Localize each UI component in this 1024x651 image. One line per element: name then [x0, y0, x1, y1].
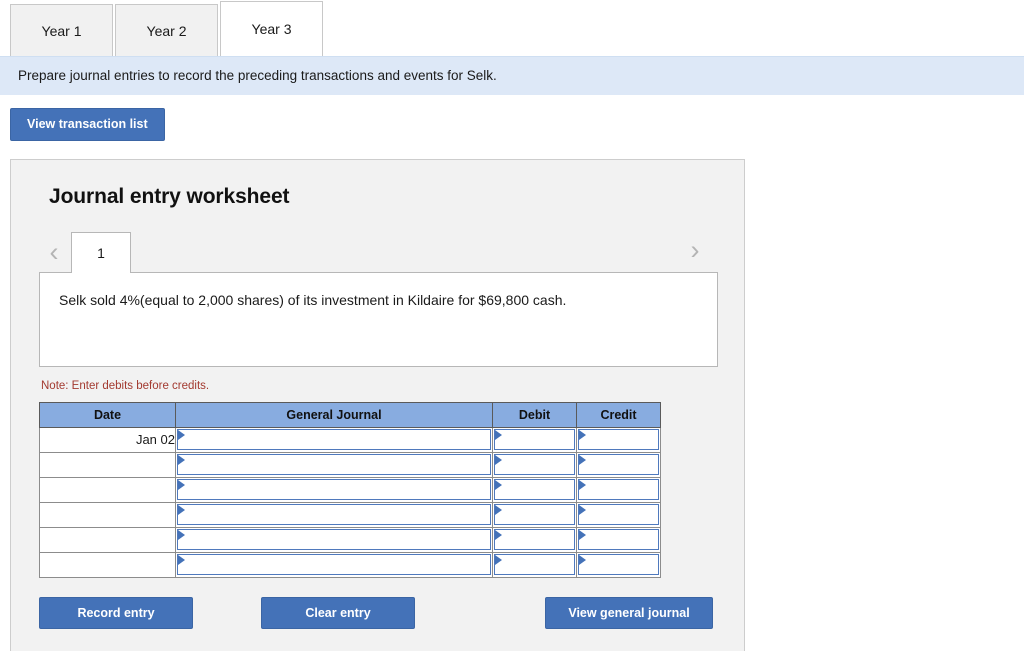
table-row: [39, 451, 661, 478]
debit-input[interactable]: [494, 504, 575, 525]
column-header-date: Date: [39, 401, 176, 428]
credit-input[interactable]: [578, 454, 659, 475]
credit-input-cell[interactable]: [576, 501, 661, 528]
date-cell[interactable]: [39, 451, 176, 478]
view-general-journal-button[interactable]: View general journal: [545, 596, 713, 629]
transaction-description-text: Selk sold 4%(equal to 2,000 shares) of i…: [59, 291, 567, 308]
general-journal-input-cell[interactable]: [175, 551, 493, 578]
general-journal-input-cell[interactable]: [175, 476, 493, 503]
debit-input[interactable]: [494, 554, 575, 575]
clear-entry-button[interactable]: Clear entry: [261, 596, 415, 629]
general-journal-input-cell[interactable]: [175, 501, 493, 528]
table-row: [39, 526, 661, 553]
record-entry-button[interactable]: Record entry: [39, 596, 193, 629]
debit-input-cell[interactable]: [492, 551, 577, 578]
debit-input[interactable]: [494, 429, 575, 450]
debit-input[interactable]: [494, 454, 575, 475]
debit-input[interactable]: [494, 529, 575, 550]
credit-input[interactable]: [578, 529, 659, 550]
general-journal-input-cell[interactable]: [175, 451, 493, 478]
credit-input[interactable]: [578, 479, 659, 500]
credit-input[interactable]: [578, 554, 659, 575]
tab-year-1[interactable]: Year 1: [10, 4, 113, 56]
credit-input-cell[interactable]: [576, 551, 661, 578]
page-title: Journal entry worksheet: [49, 184, 290, 208]
general-journal-input[interactable]: [177, 454, 491, 475]
chevron-right-icon[interactable]: ›: [680, 231, 710, 271]
table-row: [39, 476, 661, 503]
debit-input-cell[interactable]: [492, 476, 577, 503]
debit-input[interactable]: [494, 479, 575, 500]
credit-input-cell[interactable]: [576, 476, 661, 503]
general-journal-input[interactable]: [177, 479, 491, 500]
worksheet-action-bar: Record entry Clear entry View general jo…: [39, 596, 713, 629]
date-cell[interactable]: [39, 476, 176, 503]
general-journal-input[interactable]: [177, 429, 491, 450]
view-transaction-list-button[interactable]: View transaction list: [10, 108, 165, 141]
year-tab-strip: Year 1 Year 2 Year 3: [0, 0, 1024, 56]
instruction-banner: Prepare journal entries to record the pr…: [0, 56, 1024, 95]
debit-input-cell[interactable]: [492, 451, 577, 478]
credit-input[interactable]: [578, 504, 659, 525]
credit-input-cell[interactable]: [576, 451, 661, 478]
tab-year-3-label: Year 3: [251, 21, 292, 37]
table-row: [39, 551, 661, 578]
instruction-text: Prepare journal entries to record the pr…: [18, 68, 497, 83]
debits-before-credits-note: Note: Enter debits before credits.: [41, 379, 210, 392]
credit-input-cell[interactable]: [576, 526, 661, 553]
general-journal-input[interactable]: [177, 529, 491, 550]
column-header-credit: Credit: [576, 401, 661, 428]
general-journal-input-cell[interactable]: [175, 526, 493, 553]
date-cell[interactable]: [39, 526, 176, 553]
tab-year-2[interactable]: Year 2: [115, 4, 218, 56]
journal-entry-table: Date General Journal Debit Credit Jan 02: [39, 401, 661, 578]
date-cell[interactable]: [39, 551, 176, 578]
general-journal-input[interactable]: [177, 554, 491, 575]
table-row: [39, 501, 661, 528]
tab-year-1-label: Year 1: [41, 22, 82, 39]
tab-year-3[interactable]: Year 3: [220, 1, 323, 56]
tab-year-2-label: Year 2: [146, 22, 187, 39]
date-cell[interactable]: Jan 02: [39, 426, 176, 453]
column-header-general-journal: General Journal: [175, 401, 493, 428]
chevron-left-icon[interactable]: ‹: [39, 233, 69, 273]
general-journal-input-cell[interactable]: [175, 426, 493, 453]
credit-input[interactable]: [578, 429, 659, 450]
credit-input-cell[interactable]: [576, 426, 661, 453]
view-transaction-list-row: View transaction list: [0, 95, 1024, 141]
entry-pager: ‹ 1 ›: [39, 229, 718, 273]
date-cell[interactable]: [39, 501, 176, 528]
entry-tab-1-label: 1: [97, 244, 105, 261]
column-header-debit: Debit: [492, 401, 577, 428]
journal-entry-worksheet-panel: Journal entry worksheet ‹ 1 › Selk sold …: [10, 158, 745, 651]
debit-input-cell[interactable]: [492, 526, 577, 553]
table-header-row: Date General Journal Debit Credit: [39, 401, 661, 428]
debit-input-cell[interactable]: [492, 426, 577, 453]
entry-tab-1[interactable]: 1: [71, 231, 131, 273]
transaction-description-box: Selk sold 4%(equal to 2,000 shares) of i…: [39, 271, 718, 367]
debit-input-cell[interactable]: [492, 501, 577, 528]
general-journal-input[interactable]: [177, 504, 491, 525]
table-row: Jan 02: [39, 426, 661, 453]
